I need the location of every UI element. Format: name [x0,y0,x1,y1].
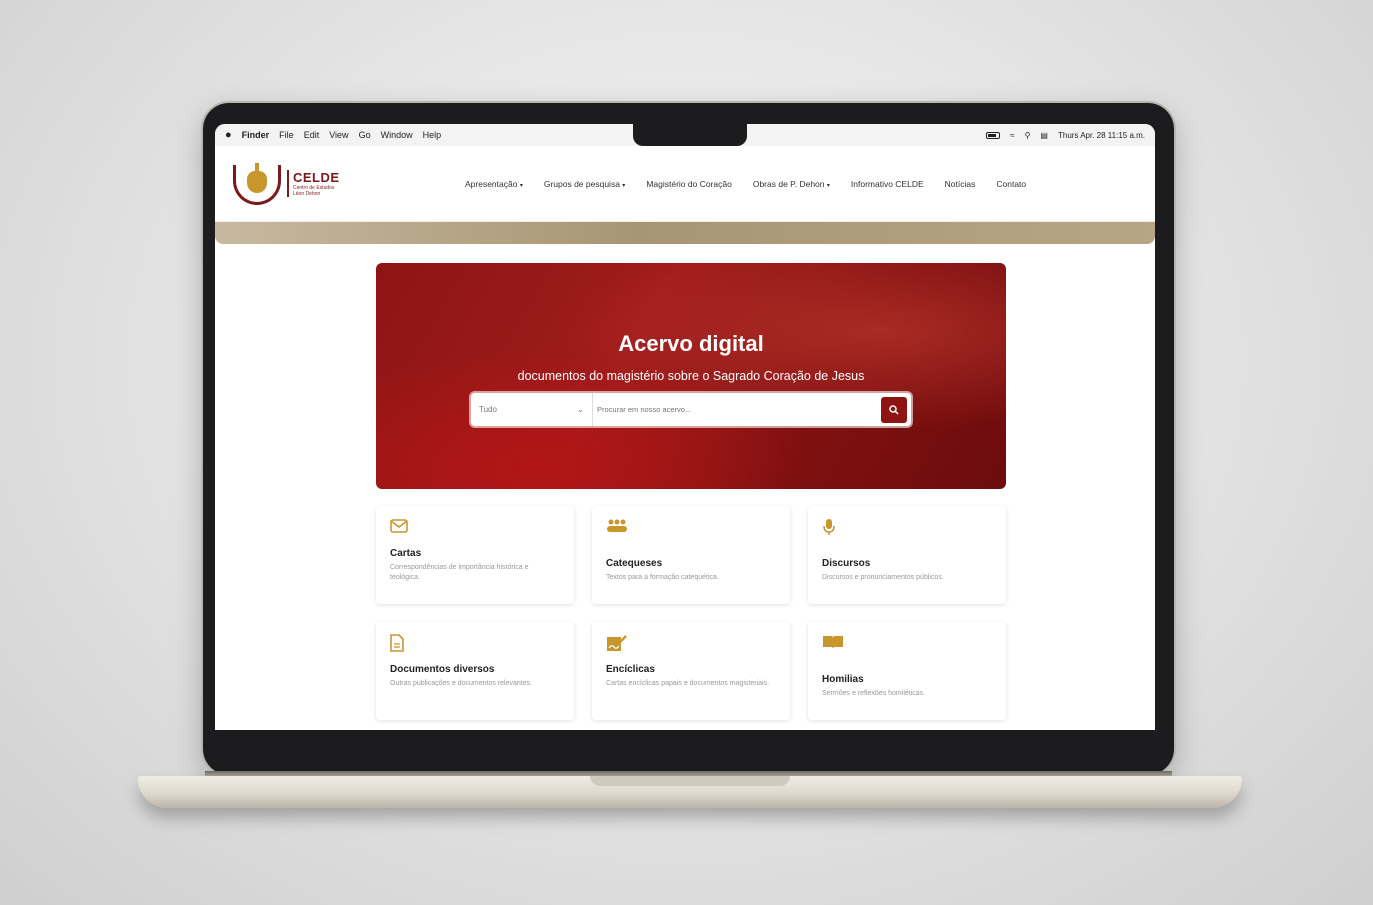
nav-item-grupos-de-pesquisa[interactable]: Grupos de pesquisa ▾ [544,179,625,189]
menu-app-name[interactable]: Finder [242,130,270,140]
card-title: Cartas [390,548,422,559]
card-description: Outras publicações e documentos relevant… [390,680,533,687]
menu-help[interactable]: Help [423,130,442,140]
logo-emblem-icon [233,161,281,207]
menubar-clock[interactable]: Thurs Apr. 28 11:15 a.m. [1058,131,1145,140]
site-logo[interactable]: CELDE Centro de Estudos Léon Dehon [233,161,353,207]
control-center-icon[interactable]: ▤ [1040,131,1048,140]
nav-item-magisterio[interactable]: Magistério do Coração [646,179,732,189]
menubar-status-area: ≈ ⚲ ▤ Thurs Apr. 28 11:15 a.m. [986,131,1145,140]
open-book-icon [822,634,992,656]
hero-subtitle: documentos do magistério sobre o Sagrado… [517,369,865,383]
card-body: Discursos Discursos e pronunciamentos pú… [822,550,992,583]
battery-icon[interactable] [986,131,1001,139]
card-description: Correspondências de importância históric… [390,564,529,581]
logo-text: CELDE Centro de Estudos Léon Dehon [287,170,340,197]
card-description: Discursos e pronunciamentos públicos. [822,573,944,581]
screen-bezel [215,730,1155,770]
card-discursos[interactable]: Discursos Discursos e pronunciamentos pú… [808,506,1006,604]
envelope-icon [390,518,560,540]
nav-item-informativo[interactable]: Informativo CELDE [851,179,924,189]
nav-item-noticias[interactable]: Notícias [945,179,976,189]
people-group-icon [606,518,776,540]
card-description: Textos para a formação catequética. [606,573,719,581]
chevron-down-icon: ▾ [519,182,523,189]
category-select-value: Tudo [479,405,497,414]
wifi-icon[interactable]: ≈ [1010,131,1014,140]
card-title: Catequeses [606,557,663,569]
card-title: Documentos diversos [390,664,495,675]
camera-notch [633,124,747,146]
laptop-opening-notch [590,776,790,786]
search-button[interactable] [881,396,907,423]
signature-icon [606,634,776,656]
category-select[interactable]: Tudo ⌄ [471,393,593,426]
menu-file[interactable]: File [279,130,294,140]
nav-item-obras-dehon[interactable]: Obras de P. Dehon ▾ [753,179,830,189]
chevron-down-icon: ⌄ [577,405,584,414]
category-cards: Cartas Correspondências de importância h… [376,506,1006,720]
spotlight-search-icon[interactable]: ⚲ [1025,131,1031,140]
search-icon [889,404,899,415]
card-title: Encíclicas [606,664,655,675]
menu-go[interactable]: Go [359,130,371,140]
nav-item-contato[interactable]: Contato [996,179,1026,189]
document-icon [390,634,560,656]
main-nav: Apresentação ▾ Grupos de pesquisa ▾ Magi… [465,179,1047,189]
site-header: CELDE Centro de Estudos Léon Dehon Apres… [215,146,1155,222]
menu-window[interactable]: Window [381,130,413,140]
logo-title: CELDE [293,170,340,185]
card-enciclicas[interactable]: Encíclicas Cartas encíclicas papais e do… [592,622,790,720]
hero-banner: Acervo digital documentos do magistério … [376,263,1006,489]
card-description: Sermões e reflexões homiléticas. [822,689,926,697]
card-catequeses[interactable]: Catequeses Textos para a formação catequ… [592,506,790,604]
nav-item-apresentacao[interactable]: Apresentação ▾ [465,179,523,189]
card-title: Homilias [822,673,864,685]
card-body: Catequeses Textos para a formação catequ… [606,550,776,583]
card-documentos-diversos[interactable]: Documentos diversos Outras publicações e… [376,622,574,720]
card-cartas[interactable]: Cartas Correspondências de importância h… [376,506,574,604]
page-title: Acervo digital [618,331,764,356]
chevron-down-icon: ▾ [826,182,830,189]
card-description: Cartas encíclicas papais e documentos ma… [606,680,770,687]
search-input[interactable] [593,393,881,426]
card-title: Discursos [822,557,871,569]
card-homilias[interactable]: Homilias Sermões e reflexões homiléticas… [808,622,1006,720]
chevron-down-icon: ▾ [622,182,626,189]
menu-view[interactable]: View [329,130,348,140]
laptop-screen: ● Finder File Edit View Go Window Help ≈… [215,124,1155,730]
header-banner-strip [215,222,1155,244]
microphone-icon [822,518,992,540]
search-bar: Tudo ⌄ [471,393,911,426]
logo-subtitle-line2: Léon Dehon [293,191,321,197]
card-body: Homilias Sermões e reflexões homiléticas… [822,666,992,699]
apple-icon[interactable]: ● [225,129,232,141]
menu-edit[interactable]: Edit [304,130,320,140]
